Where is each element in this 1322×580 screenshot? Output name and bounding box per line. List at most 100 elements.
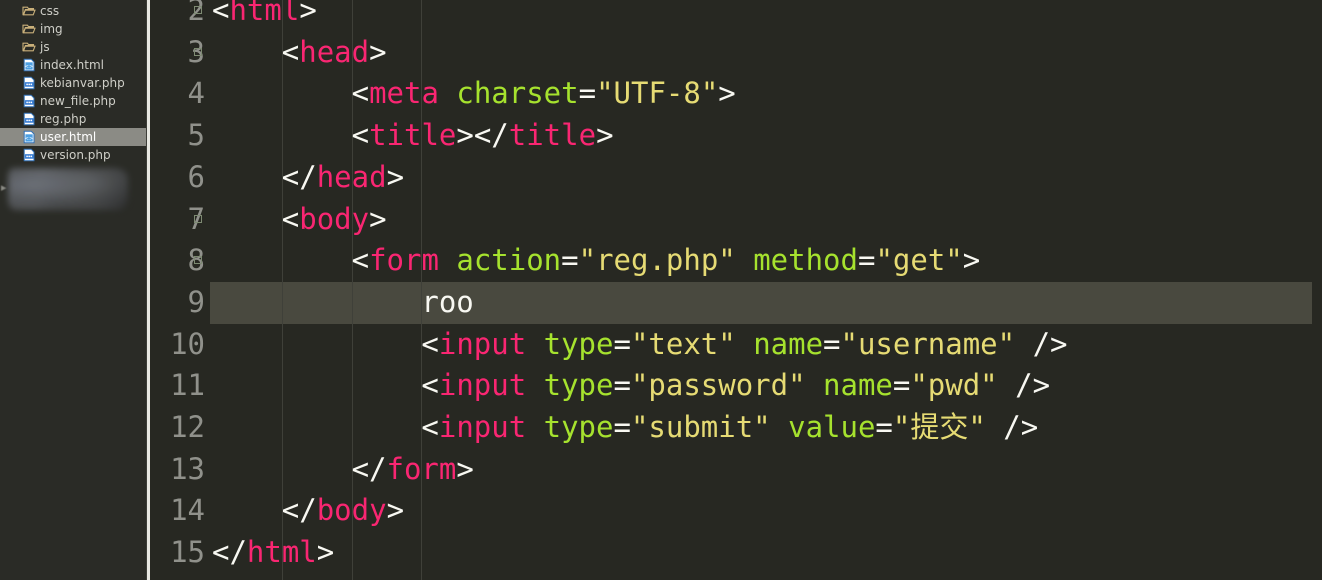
code-token-attr: type [543,410,614,444]
file-tree-item-label: version.php [40,148,111,162]
code-fold-toggle-icon[interactable] [194,47,202,56]
php-file-icon [22,148,36,162]
code-token-attr: type [543,326,614,361]
code-token-punct: </ [212,535,247,570]
code-token-punct: < [281,201,300,236]
code-fold-toggle-icon[interactable] [194,6,202,14]
code-line-14[interactable]: 14 </body> [150,490,1322,532]
file-tree-item-img[interactable]: img [0,20,150,38]
code-token-punct: < [351,118,370,153]
line-number: 14 [170,493,205,528]
code-line-content[interactable]: </form> [352,449,474,491]
code-token-tag: html [229,0,300,27]
code-lines-container[interactable]: 2 <html> 3 <head> 4 <meta charset="UTF-8"> 5 <t… [150,0,1322,580]
tree-expand-arrow-icon: ▸ [1,181,7,194]
code-token-punct: < [351,76,370,111]
code-line-content[interactable]: <body> [282,199,387,241]
code-line-15[interactable]: 15 </html> [150,532,1322,574]
line-number: 4 [187,76,205,111]
code-line-11[interactable]: 11 <input type="password" name="pwd" /> [150,365,1322,407]
code-line-5[interactable]: 5 <title></title> [150,115,1322,157]
code-token-punct: > [596,118,614,153]
code-line-9[interactable]: 9 roo [150,281,1322,324]
code-token-punct: < [421,326,439,361]
code-line-7[interactable]: 7 <body> [150,199,1322,241]
code-line-13[interactable]: 13 </form> [150,449,1322,491]
php-file-icon [22,94,36,108]
code-line-content[interactable]: <form action="reg.php" method="get"> [352,240,981,282]
file-tree-item-label: new_file.php [40,94,116,108]
code-token-punct: > [718,76,736,111]
line-number: 16 [150,574,205,580]
code-line-6[interactable]: 6 </head> [150,157,1322,199]
code-token-attr: name [823,368,893,403]
code-line-8[interactable]: 8 <form action="reg.php" method="get"> [150,240,1322,282]
code-token-attr: value [788,410,876,444]
code-line-content[interactable]: <meta charset="UTF-8"> [352,73,736,115]
line-number: 12 [170,410,205,444]
code-line-4[interactable]: 4 <meta charset="UTF-8"> [150,73,1322,115]
line-number: 9 [187,284,205,319]
file-explorer-sidebar[interactable]: css img js <> index.html kebianvar.php new_fil… [0,0,150,580]
folder-icon [22,22,36,36]
code-editor-pane[interactable]: 2 <html> 3 <head> 4 <meta charset="UTF-8"> 5 <t… [150,0,1322,580]
code-token-str: "get" [875,243,963,278]
file-tree-item-version-php[interactable]: version.php [0,146,150,164]
line-number: 11 [170,368,205,403]
blurred-redacted-region [8,168,128,210]
code-token-punct: > [456,118,474,153]
code-line-content[interactable]: </body> [282,490,404,532]
code-line-content[interactable]: <input type="text" name="username" /> [421,324,1067,366]
code-token-tag: title [508,118,597,153]
code-token-punct: /> [985,410,1039,444]
code-token-tag: input [438,368,527,403]
file-tree-item-kebianvar-php[interactable]: kebianvar.php [0,74,150,92]
code-line-12[interactable]: 12 <input type="submit" value="提交" /> [150,407,1322,449]
code-line-content[interactable]: roo [421,282,473,324]
code-token-tag: form [369,243,439,278]
file-tree-item-index-html[interactable]: <> index.html [0,56,150,74]
html-file-icon: <> [22,58,36,72]
code-line-content[interactable]: <html> [212,0,317,32]
file-tree-list[interactable]: css img js <> index.html kebianvar.php new_fil… [0,0,150,164]
code-token-eq: = [857,243,876,278]
code-line-10[interactable]: 10 <input type="text" name="username" /> [150,324,1322,366]
code-line-content[interactable]: </html> [212,532,334,574]
code-line-content[interactable]: <head> [282,32,387,74]
code-token-attr: type [543,368,614,403]
code-token-str: "text" [630,326,736,361]
file-tree-item-css[interactable]: css [0,2,150,20]
code-fold-toggle-icon[interactable] [194,214,202,223]
line-number: 6 [187,159,205,194]
code-fold-toggle-icon[interactable] [194,256,202,265]
code-line-content[interactable]: <title></title> [352,115,614,157]
file-tree-item-label: reg.php [40,112,87,126]
code-line-content[interactable]: </head> [282,157,404,199]
file-tree-item-user-html[interactable]: <> user.html [0,128,150,146]
code-token-punct: /> [1015,326,1068,361]
code-line-3[interactable]: 3 <head> [150,32,1322,74]
file-tree-item-reg-php[interactable]: reg.php [0,110,150,128]
code-token-punct: </ [281,159,317,194]
code-line-2[interactable]: 2 <html> [150,0,1322,32]
code-token-punct: > [369,34,387,69]
code-token-punct: </ [351,451,387,486]
code-line-content[interactable]: <input type="submit" value="提交" /> [421,407,1038,449]
code-token-punct: </ [281,493,317,528]
code-line-content[interactable]: <input type="password" name="pwd" /> [421,365,1050,407]
file-tree-item-new-file-php[interactable]: new_file.php [0,92,150,110]
file-tree-item-label: index.html [40,58,104,72]
code-token-punct: > [299,0,317,27]
code-token-punct: < [212,0,230,27]
folder-icon [22,4,36,18]
line-number: 2 [187,0,205,27]
sidebar-divider [146,0,147,580]
code-token-attr: action [456,243,562,278]
file-tree-item-js[interactable]: js [0,38,150,56]
code-token-eq: = [578,76,597,111]
code-line-16[interactable]: 16 [150,574,1322,580]
code-token-tag: title [369,118,457,153]
